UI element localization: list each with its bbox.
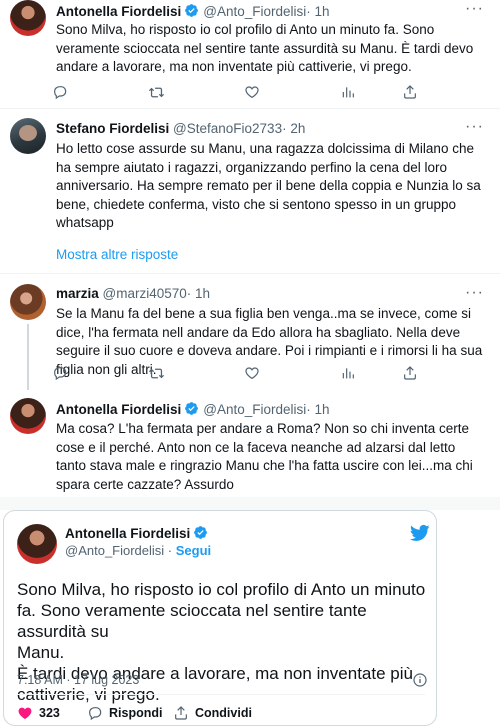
show-more-replies-link[interactable]: Mostra altre risposte <box>56 247 178 262</box>
verified-badge-icon <box>184 401 199 416</box>
author-name-text[interactable]: Antonella Fiordelisi <box>65 526 190 541</box>
author-name[interactable]: Antonella Fiordelisi <box>56 402 181 417</box>
author-handle[interactable]: @marzi40570 <box>103 286 187 301</box>
tweet-actions <box>50 82 430 102</box>
retweet-icon[interactable] <box>146 82 166 102</box>
author-name[interactable]: marzia <box>56 286 99 301</box>
tweet-header: Stefano Fiordelisi @StefanoFio2733· 2h <box>56 121 305 136</box>
share-label: Condividi <box>195 706 252 720</box>
divider <box>17 694 425 695</box>
author-handle[interactable]: @Anto_Fiordelisi <box>203 402 306 417</box>
author-name[interactable]: Stefano Fiordelisi <box>56 121 169 136</box>
section-gap <box>0 497 500 510</box>
author-handle-row: @Anto_Fiordelisi · Segui <box>65 543 211 558</box>
heart-icon[interactable] <box>242 82 262 102</box>
avatar[interactable] <box>10 398 46 434</box>
avatar[interactable] <box>10 0 46 36</box>
tweet-text: Sono Milva, ho risposto io col profilo d… <box>56 22 474 74</box>
author-name[interactable]: Antonella Fiordelisi <box>56 4 181 19</box>
like-count: 323 <box>39 706 60 720</box>
separator-dot: · <box>164 543 176 558</box>
tweet-time[interactable]: · 2h <box>282 121 305 136</box>
tweet[interactable]: Stefano Fiordelisi @StefanoFio2733· 2h ·… <box>0 116 500 236</box>
thread-line <box>27 324 29 390</box>
avatar[interactable] <box>17 524 57 564</box>
tweet-header: Antonella Fiordelisi @Anto_Fiordelisi· 1h <box>56 401 330 417</box>
share-icon <box>173 705 189 721</box>
tweet-text: Ma cosa? L'ha fermata per andare a Roma?… <box>56 421 473 492</box>
tweet-time[interactable]: · 1h <box>187 286 210 301</box>
tweet[interactable]: marzia @marzi40570· 1h ··· Se la Manu fa… <box>0 281 500 385</box>
author-name[interactable]: Antonella Fiordelisi <box>65 525 212 541</box>
tweet-time[interactable]: · 1h <box>306 4 329 19</box>
more-options-button[interactable]: ··· <box>465 0 484 18</box>
reply-icon[interactable] <box>50 82 70 102</box>
share-icon[interactable] <box>400 82 420 102</box>
divider <box>0 273 500 274</box>
share-button[interactable]: Condividi <box>173 703 252 723</box>
tweet-header: Antonella Fiordelisi @Anto_Fiordelisi· 1h <box>56 3 330 19</box>
more-options-button[interactable]: ··· <box>465 284 484 302</box>
tweet-timestamp[interactable]: 7:18 AM · 17 lug 2023 <box>17 673 139 687</box>
author-handle[interactable]: @StefanoFio2733 <box>173 121 282 136</box>
author-handle[interactable]: @Anto_Fiordelisi <box>203 4 306 19</box>
reply-icon[interactable] <box>50 363 70 383</box>
verified-badge-icon <box>193 525 208 540</box>
tweet-text-line: Manu. <box>17 643 65 662</box>
reply-label: Rispondi <box>109 706 163 720</box>
tweet-header: marzia @marzi40570· 1h <box>56 286 210 301</box>
tweet-text-line: Sono Milva, ho risposto io col profilo d… <box>17 580 426 599</box>
tweet-time[interactable]: · 1h <box>306 402 329 417</box>
divider <box>0 108 500 109</box>
tweet-actions <box>50 363 430 383</box>
avatar[interactable] <box>10 118 46 154</box>
views-icon[interactable] <box>338 363 358 383</box>
tweet[interactable]: Antonella Fiordelisi @Anto_Fiordelisi· 1h… <box>0 396 500 496</box>
heart-icon <box>17 705 33 721</box>
embed-actions: 323 Rispondi Condividi <box>17 703 427 723</box>
views-icon[interactable] <box>338 82 358 102</box>
verified-badge-icon <box>184 3 199 18</box>
author-handle[interactable]: @Anto_Fiordelisi <box>65 543 164 558</box>
reply-button[interactable]: Rispondi <box>87 703 162 723</box>
reply-icon <box>87 705 103 721</box>
tweet-text: Ho letto cose assurde su Manu, una ragaz… <box>56 141 481 230</box>
avatar[interactable] <box>10 284 46 320</box>
twitter-logo-icon[interactable] <box>410 523 430 543</box>
share-icon[interactable] <box>400 363 420 383</box>
like-button[interactable]: 323 <box>17 703 60 723</box>
embedded-tweet-card[interactable]: Antonella Fiordelisi @Anto_Fiordelisi · … <box>3 510 437 726</box>
tweet[interactable]: Antonella Fiordelisi @Anto_Fiordelisi· 1h… <box>0 0 500 108</box>
more-options-button[interactable]: ··· <box>465 118 484 136</box>
tweet-text-line: fa. Sono veramente scioccata nel sentire… <box>17 601 367 641</box>
info-icon[interactable] <box>412 672 428 688</box>
follow-button[interactable]: Segui <box>176 543 211 558</box>
heart-icon[interactable] <box>242 363 262 383</box>
retweet-icon[interactable] <box>146 363 166 383</box>
